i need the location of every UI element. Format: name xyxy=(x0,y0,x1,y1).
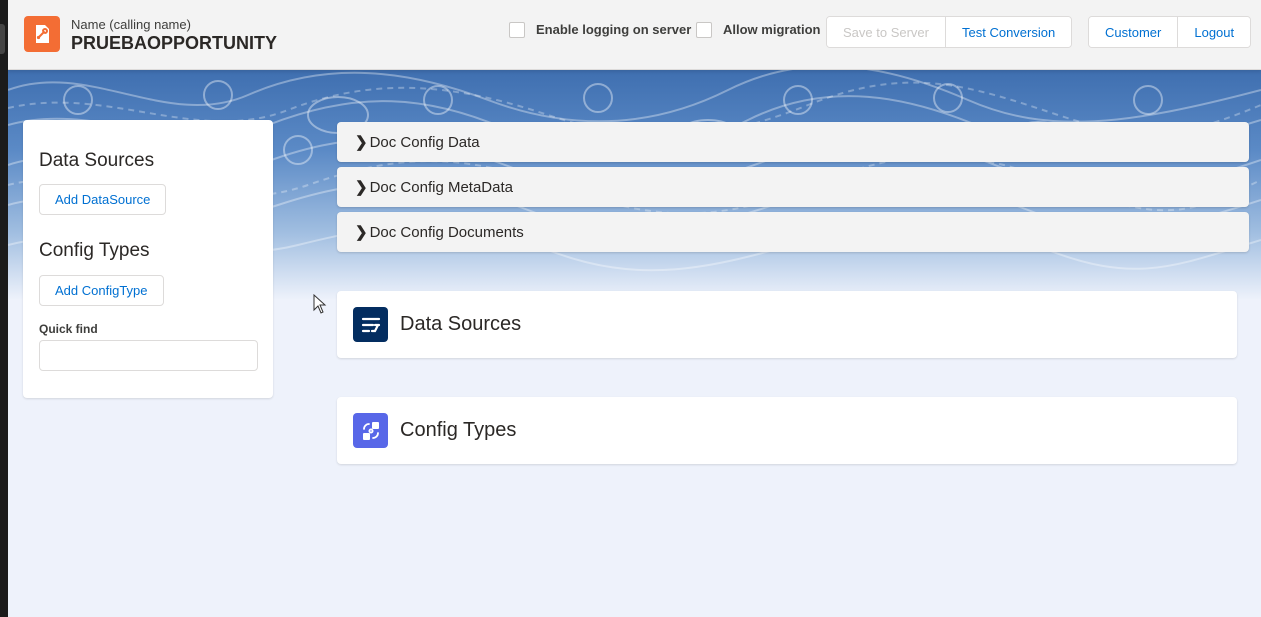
record-name-value: PRUEBAOPPORTUNITY xyxy=(71,33,278,53)
allow-migration-checkbox[interactable] xyxy=(696,22,712,38)
document-wrench-icon xyxy=(24,16,60,52)
page-header: Name (calling name) PRUEBAOPPORTUNITY En… xyxy=(8,0,1261,70)
logout-button[interactable]: Logout xyxy=(1178,17,1251,47)
allow-migration-label[interactable]: Allow migration xyxy=(723,22,821,37)
accordion-doc-config-metadata[interactable]: ❯ Doc Config MetaData xyxy=(337,167,1249,207)
add-datasource-button[interactable]: Add DataSource xyxy=(39,184,167,215)
chevron-right-icon: ❯ xyxy=(355,134,368,151)
shuffle-icon xyxy=(353,413,388,448)
chevron-right-icon: ❯ xyxy=(355,224,368,241)
save-to-server-button[interactable]: Save to Server xyxy=(827,17,946,47)
add-configtype-button[interactable]: Add ConfigType xyxy=(39,275,164,306)
enable-logging-label[interactable]: Enable logging on server xyxy=(536,22,691,37)
chevron-right-icon: ❯ xyxy=(355,179,368,196)
config-types-card: Config Types xyxy=(337,397,1237,464)
data-sources-card-title: Data Sources xyxy=(400,313,522,335)
mouse-cursor-icon xyxy=(313,294,327,314)
quick-find-input[interactable] xyxy=(39,340,258,371)
data-sources-heading: Data Sources xyxy=(39,150,155,171)
accordion-label: Doc Config Data xyxy=(369,133,480,151)
accordion-label: Doc Config Documents xyxy=(369,223,524,241)
customer-button[interactable]: Customer xyxy=(1089,17,1179,47)
accordion-doc-config-documents[interactable]: ❯ Doc Config Documents xyxy=(337,212,1249,252)
user-button-group: Customer Logout xyxy=(1088,16,1252,48)
enable-logging-checkbox[interactable] xyxy=(509,22,525,38)
config-types-heading: Config Types xyxy=(39,240,150,261)
app-window: Name (calling name) PRUEBAOPPORTUNITY En… xyxy=(8,0,1261,617)
flow-icon xyxy=(353,307,388,342)
accordion-doc-config-data[interactable]: ❯ Doc Config Data xyxy=(337,122,1249,162)
test-conversion-button[interactable]: Test Conversion xyxy=(946,17,1072,47)
window-frame xyxy=(0,0,8,617)
quick-find-label: Quick find xyxy=(39,322,98,336)
sidebar-panel: Data Sources Add DataSource Config Types… xyxy=(23,120,273,398)
window-frame-handle xyxy=(0,24,5,54)
record-name-label: Name (calling name) xyxy=(71,17,191,32)
config-types-card-title: Config Types xyxy=(400,419,517,441)
data-sources-card: Data Sources xyxy=(337,291,1237,358)
accordion-label: Doc Config MetaData xyxy=(369,178,513,196)
action-button-group: Save to Server Test Conversion xyxy=(826,16,1073,48)
